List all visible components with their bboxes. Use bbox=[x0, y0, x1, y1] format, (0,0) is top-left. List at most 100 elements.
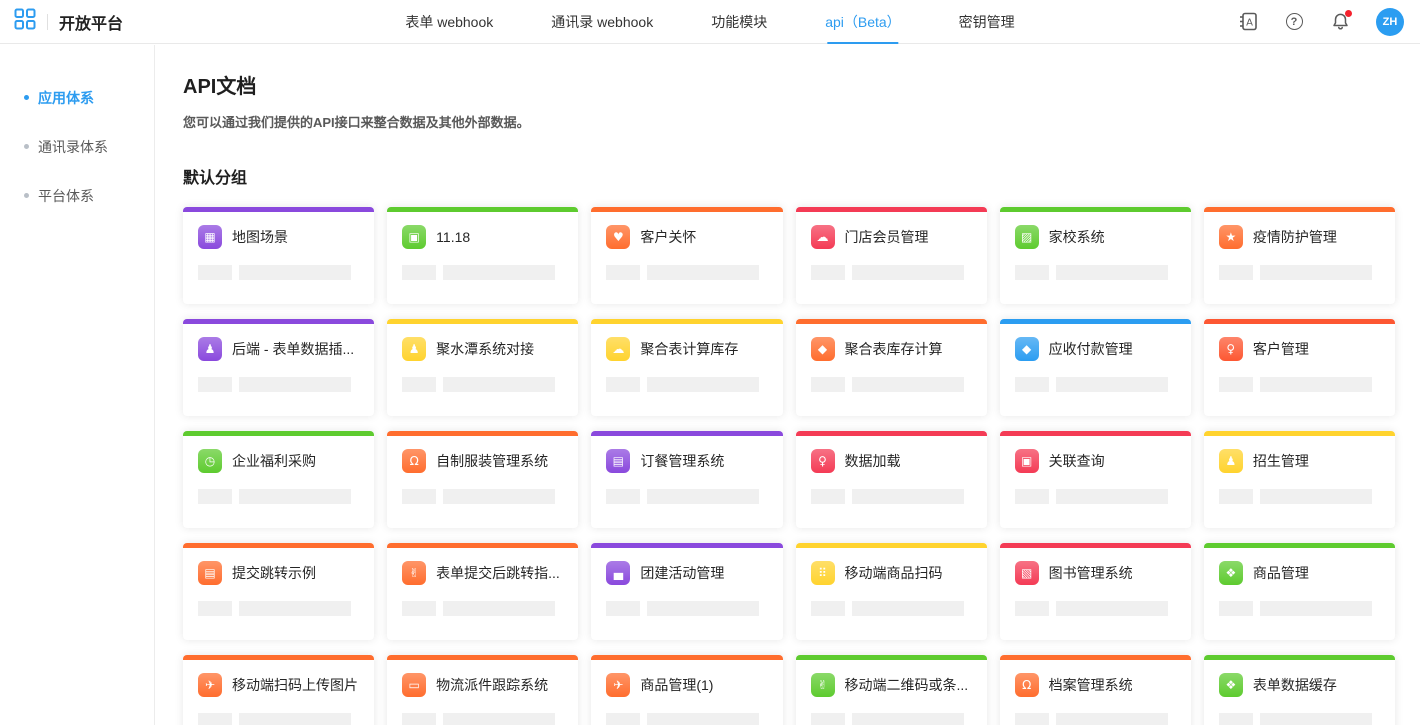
location-pin-icon: ♀ bbox=[811, 449, 835, 473]
skeleton-bar-long bbox=[647, 713, 759, 725]
skeleton-placeholder bbox=[402, 713, 563, 725]
app-card[interactable]: ★ 疫情防护管理 bbox=[1204, 207, 1395, 304]
notification-bell-icon[interactable] bbox=[1330, 12, 1350, 32]
user-icon: ♟ bbox=[198, 337, 222, 361]
skeleton-bar-long bbox=[1260, 265, 1372, 280]
app-card[interactable]: ✌ 表单提交后跳转指... bbox=[387, 543, 578, 640]
app-card[interactable]: ▭ 物流派件跟踪系统 bbox=[387, 655, 578, 725]
skeleton-bar-short bbox=[1015, 601, 1049, 616]
app-card[interactable]: ♟ 后端 - 表单数据插... bbox=[183, 319, 374, 416]
skeleton-bar-long bbox=[239, 377, 351, 392]
nav-modules[interactable]: 功能模块 bbox=[711, 0, 767, 44]
card-title: 企业福利采购 bbox=[232, 451, 316, 471]
gem-icon: ◆ bbox=[811, 337, 835, 361]
skeleton-bar-long bbox=[852, 377, 964, 392]
app-card[interactable]: ◆ 应收付款管理 bbox=[1000, 319, 1191, 416]
skeleton-placeholder bbox=[1015, 601, 1176, 616]
nav-key-management[interactable]: 密钥管理 bbox=[959, 0, 1015, 44]
skeleton-bar-long bbox=[852, 489, 964, 504]
shopping-bag-icon: ▣ bbox=[402, 225, 426, 249]
sidebar-item-contacts-system[interactable]: 通讯录体系 bbox=[0, 122, 154, 171]
hand-icon: ✌ bbox=[811, 673, 835, 697]
app-card[interactable]: ▨ 家校系统 bbox=[1000, 207, 1191, 304]
skeleton-bar-short bbox=[606, 601, 640, 616]
app-card[interactable]: ♟ 招生管理 bbox=[1204, 431, 1395, 528]
bell-icon: Ω bbox=[1015, 673, 1039, 697]
skeleton-placeholder bbox=[1015, 489, 1176, 504]
skeleton-bar-long bbox=[443, 713, 555, 725]
top-header: 开放平台 表单 webhook 通讯录 webhook 功能模块 api（Bet… bbox=[0, 0, 1420, 44]
app-card[interactable]: ◷ 企业福利采购 bbox=[183, 431, 374, 528]
nav-api-beta[interactable]: api（Beta） bbox=[825, 0, 900, 44]
app-card[interactable]: ☁ 聚合表计算库存 bbox=[591, 319, 782, 416]
sidebar-item-platform-system[interactable]: 平台体系 bbox=[0, 171, 154, 220]
help-icon[interactable]: ? bbox=[1284, 12, 1304, 32]
app-card[interactable]: ▄ 团建活动管理 bbox=[591, 543, 782, 640]
card-title: 提交跳转示例 bbox=[232, 563, 316, 583]
address-book-icon[interactable]: A bbox=[1238, 12, 1258, 32]
logo[interactable]: 开放平台 bbox=[14, 8, 123, 35]
skeleton-placeholder bbox=[1219, 489, 1380, 504]
sidebar-item-label: 通讯录体系 bbox=[38, 137, 108, 157]
app-card[interactable]: ♀ 数据加载 bbox=[796, 431, 987, 528]
card-title: 商品管理 bbox=[1253, 563, 1309, 583]
skeleton-bar-long bbox=[1056, 601, 1168, 616]
skeleton-bar-short bbox=[1219, 601, 1253, 616]
app-card[interactable]: ▦ 地图场景 bbox=[183, 207, 374, 304]
app-card[interactable]: ✈ 商品管理(1) bbox=[591, 655, 782, 725]
app-card[interactable]: ♟ 聚水潭系统对接 bbox=[387, 319, 578, 416]
skeleton-bar-short bbox=[1015, 489, 1049, 504]
app-card[interactable]: ◆ 聚合表库存计算 bbox=[796, 319, 987, 416]
user-icon: ♟ bbox=[402, 337, 426, 361]
sidebar-item-application-system[interactable]: 应用体系 bbox=[0, 73, 154, 122]
skeleton-placeholder bbox=[198, 489, 359, 504]
app-card[interactable]: ✌ 移动端二维码或条... bbox=[796, 655, 987, 725]
svg-text:A: A bbox=[1246, 18, 1253, 29]
app-card[interactable]: ▤ 提交跳转示例 bbox=[183, 543, 374, 640]
app-card[interactable]: ♥ 客户关怀 bbox=[591, 207, 782, 304]
user-avatar[interactable]: ZH bbox=[1376, 8, 1404, 36]
app-card[interactable]: ▣ 关联查询 bbox=[1000, 431, 1191, 528]
skeleton-placeholder bbox=[1219, 265, 1380, 280]
sidebar: 应用体系 通讯录体系 平台体系 bbox=[0, 45, 155, 725]
card-title: 档案管理系统 bbox=[1049, 675, 1133, 695]
skeleton-bar-long bbox=[647, 265, 759, 280]
card-title: 移动端扫码上传图片 bbox=[232, 675, 358, 695]
app-card[interactable]: Ω 档案管理系统 bbox=[1000, 655, 1191, 725]
app-card[interactable]: ⠿ 移动端商品扫码 bbox=[796, 543, 987, 640]
skeleton-bar-short bbox=[606, 265, 640, 280]
skeleton-placeholder bbox=[198, 377, 359, 392]
skeleton-bar-long bbox=[647, 489, 759, 504]
card-title: 图书管理系统 bbox=[1049, 563, 1133, 583]
skeleton-placeholder bbox=[1015, 377, 1176, 392]
card-title: 应收付款管理 bbox=[1049, 339, 1133, 359]
app-card[interactable]: ❖ 表单数据缓存 bbox=[1204, 655, 1395, 725]
clock-icon: ◷ bbox=[198, 449, 222, 473]
skeleton-bar-short bbox=[198, 601, 232, 616]
skeleton-placeholder bbox=[606, 601, 767, 616]
app-card[interactable]: ♀ 客户管理 bbox=[1204, 319, 1395, 416]
app-card[interactable]: ❖ 商品管理 bbox=[1204, 543, 1395, 640]
app-card[interactable]: ✈ 移动端扫码上传图片 bbox=[183, 655, 374, 725]
nav-contacts-webhook[interactable]: 通讯录 webhook bbox=[551, 0, 653, 44]
bullet-dot bbox=[24, 95, 29, 100]
skeleton-bar-short bbox=[1219, 713, 1253, 725]
app-card[interactable]: ▤ 订餐管理系统 bbox=[591, 431, 782, 528]
skeleton-placeholder bbox=[402, 601, 563, 616]
nav-form-webhook[interactable]: 表单 webhook bbox=[405, 0, 493, 44]
skeleton-bar-long bbox=[852, 601, 964, 616]
wallet-icon: ▭ bbox=[402, 673, 426, 697]
skeleton-bar-short bbox=[606, 489, 640, 504]
app-card[interactable]: ▣ 11.18 bbox=[387, 207, 578, 304]
calendar-icon: ▦ bbox=[198, 225, 222, 249]
card-title: 订餐管理系统 bbox=[640, 451, 724, 471]
app-card[interactable]: Ω 自制服装管理系统 bbox=[387, 431, 578, 528]
app-card[interactable]: ▧ 图书管理系统 bbox=[1000, 543, 1191, 640]
tag-icon: ❖ bbox=[1219, 561, 1243, 585]
skeleton-placeholder bbox=[606, 489, 767, 504]
app-card[interactable]: ☁ 门店会员管理 bbox=[796, 207, 987, 304]
app-grid-logo-icon bbox=[14, 8, 36, 35]
skeleton-placeholder bbox=[402, 489, 563, 504]
skeleton-placeholder bbox=[402, 265, 563, 280]
document-icon: ▤ bbox=[606, 449, 630, 473]
